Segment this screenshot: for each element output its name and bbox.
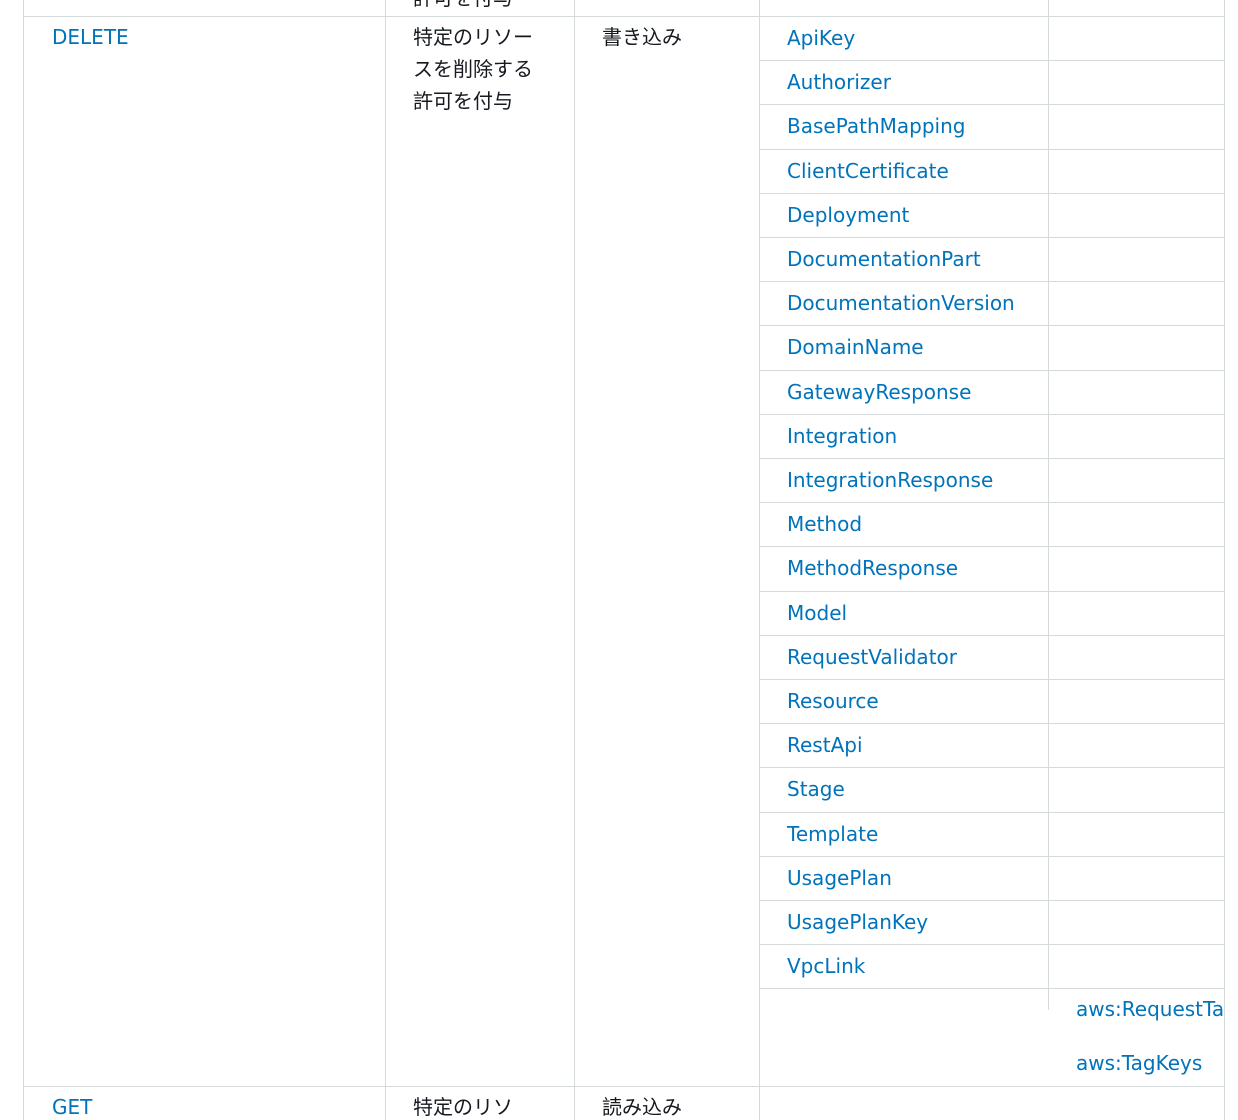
resource-type-link[interactable]: Resource <box>787 685 879 717</box>
resource-type-link[interactable]: RequestValidator <box>787 641 957 673</box>
previous-row-fragment: 許可を付与 <box>413 0 563 14</box>
resource-type-link[interactable]: UsagePlanKey <box>787 906 928 938</box>
resource-row-divider <box>759 413 1225 415</box>
column-divider <box>574 0 575 1120</box>
resource-type-link[interactable]: Template <box>787 818 878 850</box>
resource-row-divider <box>759 679 1225 680</box>
resource-row-divider <box>759 900 1225 901</box>
resource-type-link[interactable]: DocumentationPart <box>787 243 981 275</box>
resource-row-divider <box>759 104 1225 106</box>
resource-type-link[interactable]: IntegrationResponse <box>787 464 993 496</box>
next-row-action[interactable]: GET <box>52 1091 92 1120</box>
resource-row-divider <box>759 502 1225 504</box>
resource-type-link[interactable]: Deployment <box>787 199 909 231</box>
condition-key-tag-keys[interactable]: aws:TagKeys <box>1076 1047 1202 1079</box>
previous-row-description: 許可を付与 <box>413 0 513 14</box>
resource-type-link[interactable]: Method <box>787 508 862 540</box>
next-row-description: 特定のリソ <box>413 1095 513 1119</box>
resource-row-divider <box>759 237 1225 238</box>
resource-type-link[interactable]: ApiKey <box>787 22 855 54</box>
table-border-left <box>23 0 24 1120</box>
access-level: 書き込み <box>602 25 682 49</box>
resource-type-link[interactable]: DomainName <box>787 331 924 363</box>
resource-row-divider <box>759 944 1225 946</box>
column-divider <box>1048 0 1049 1010</box>
resource-type-link[interactable]: Model <box>787 597 847 629</box>
resource-type-link[interactable]: GatewayResponse <box>787 376 971 408</box>
row-divider <box>23 16 1225 17</box>
resource-type-link[interactable]: DocumentationVersion <box>787 287 1015 319</box>
resource-type-link[interactable]: ClientCertificate <box>787 155 949 187</box>
condition-key-request-tag[interactable]: aws:RequestTag <box>1076 993 1224 1025</box>
resource-row-divider <box>759 634 1225 636</box>
resource-type-link[interactable]: Authorizer <box>787 66 891 98</box>
resource-type-link[interactable]: Integration <box>787 420 897 452</box>
column-divider <box>385 0 386 1120</box>
table-border-right <box>1224 0 1225 1120</box>
resource-row-divider <box>759 546 1225 548</box>
resource-row-divider <box>759 281 1225 283</box>
resource-row-divider <box>759 767 1225 769</box>
next-row-access-level: 読み込み <box>602 1095 682 1119</box>
column-divider <box>759 0 760 1120</box>
action-description: 特定のリソースを削除する許可を付与 <box>413 25 533 113</box>
resource-row-divider <box>759 148 1225 150</box>
resource-row-divider <box>759 723 1225 725</box>
resource-type-link[interactable]: UsagePlan <box>787 862 892 894</box>
resource-type-link[interactable]: MethodResponse <box>787 552 958 584</box>
resource-row-divider <box>759 60 1225 62</box>
next-row-fragment: GET 特定のリソ 読み込み <box>23 1087 1225 1120</box>
resource-type-link[interactable]: BasePathMapping <box>787 110 965 142</box>
resource-row-divider <box>759 325 1225 327</box>
resource-type-link[interactable]: RestApi <box>787 729 863 761</box>
resource-type-link[interactable]: Stage <box>787 773 845 805</box>
resource-row-divider <box>759 855 1225 857</box>
condition-keys-cell: aws:RequestTag aws:TagKeys <box>1049 990 1224 1086</box>
actions-table: 許可を付与 DELETE 特定のリソースを削除する許可を付与 書き込み ApiK… <box>23 0 1225 1120</box>
resource-row-divider <box>759 458 1225 459</box>
resource-type-link[interactable]: VpcLink <box>787 950 865 982</box>
resource-row-divider <box>759 369 1225 371</box>
resource-row-divider <box>759 590 1225 592</box>
action-link-delete[interactable]: DELETE <box>52 21 129 53</box>
resource-row-divider <box>759 811 1225 813</box>
resource-row-divider <box>759 192 1225 194</box>
